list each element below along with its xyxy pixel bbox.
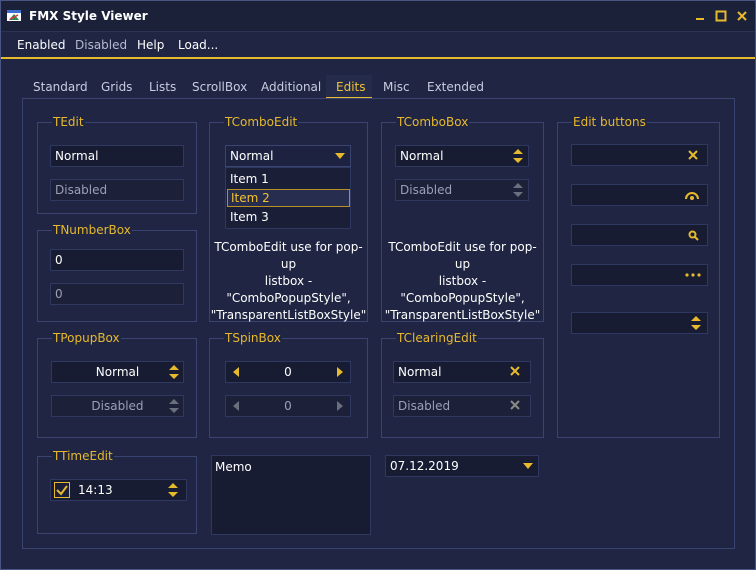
checkmark-icon — [56, 485, 68, 496]
ellipsis-icon[interactable] — [685, 273, 701, 277]
date-edit[interactable]: 07.12.2019 — [385, 455, 539, 477]
tab-scrollbox[interactable]: ScrollBox — [192, 80, 247, 94]
tab-standard[interactable]: Standard — [33, 80, 88, 94]
app-icon — [7, 10, 21, 21]
group-title-tnumberbox: TNumberBox — [52, 223, 132, 237]
tab-grids[interactable]: Grids — [101, 80, 132, 94]
menu-disabled[interactable]: Disabled — [75, 38, 127, 52]
group-tspinbox: TSpinBox — [209, 331, 368, 438]
tab-additional[interactable]: Additional — [261, 80, 321, 94]
eye-icon[interactable] — [685, 190, 699, 202]
search-icon[interactable] — [688, 230, 699, 241]
close-icon[interactable] — [733, 7, 751, 25]
edit-spin-input[interactable] — [571, 312, 708, 334]
tab-misc[interactable]: Misc — [383, 80, 410, 94]
group-title-tspinbox: TSpinBox — [224, 331, 282, 345]
note-line: TComboEdit use for pop-up — [388, 240, 537, 271]
chevron-down-icon[interactable] — [523, 463, 533, 469]
group-tpopupbox: TPopupBox — [37, 331, 197, 438]
arrow-left-icon — [233, 401, 239, 411]
clear-icon — [510, 400, 520, 410]
comboedit-dropdown-list: Item 1 Item 2 Item 3 — [225, 167, 351, 229]
popupbox-disabled: Disabled — [51, 395, 184, 417]
tedit-normal-input[interactable]: Normal — [50, 145, 184, 167]
menu-help[interactable]: Help — [137, 38, 164, 52]
note-line: "TransparentListBoxStyle" — [384, 308, 541, 322]
group-title-ttimeedit: TTimeEdit — [52, 449, 114, 463]
note-line: "ComboPopupStyle", — [226, 291, 351, 305]
updown-arrows-icon[interactable] — [513, 148, 523, 164]
group-title-tcomboedit: TComboEdit — [224, 115, 299, 129]
group-title-edit-buttons: Edit buttons — [572, 115, 647, 129]
arrow-left-icon[interactable] — [233, 367, 239, 377]
spinbox-disabled: 0 — [225, 395, 351, 417]
comboedit-note: TComboEdit use for pop-up listbox - "Com… — [209, 239, 368, 324]
group-title-tedit: TEdit — [52, 115, 85, 129]
note-line: listbox - — [264, 274, 313, 288]
combobox-normal[interactable]: Normal — [395, 145, 529, 167]
comboedit-input[interactable]: Normal — [225, 145, 351, 167]
tab-edits[interactable]: Edits — [336, 80, 366, 94]
group-title-tcombobox: TComboBox — [396, 115, 470, 129]
combobox-note: TComboEdit use for pop-up listbox - "Com… — [381, 239, 544, 324]
title-bar[interactable]: FMX Style Viewer — [1, 1, 755, 32]
dropdown-item-3[interactable]: Item 3 — [230, 210, 269, 224]
spinbox-input[interactable]: 0 — [225, 361, 351, 383]
timeedit-checkbox[interactable] — [54, 482, 70, 498]
clear-icon[interactable] — [510, 366, 520, 376]
note-line: "ComboPopupStyle", — [400, 291, 525, 305]
dropdown-item-1[interactable]: Item 1 — [230, 172, 269, 186]
dropdown-item-2: Item 2 — [231, 191, 270, 205]
numberbox-input[interactable]: 0 — [50, 249, 184, 271]
group-title-tpopupbox: TPopupBox — [52, 331, 121, 345]
combobox-disabled: Disabled — [395, 179, 529, 201]
tab-lists[interactable]: Lists — [149, 80, 176, 94]
window-title: FMX Style Viewer — [29, 9, 148, 23]
menu-divider — [1, 57, 755, 59]
group-tnumberbox: TNumberBox — [37, 223, 197, 322]
menu-load[interactable]: Load... — [178, 38, 218, 52]
updown-arrows-icon[interactable] — [691, 315, 701, 331]
arrow-right-icon[interactable] — [337, 367, 343, 377]
updown-arrows-icon — [169, 399, 179, 413]
note-line: "TransparentListBoxStyle" — [210, 308, 367, 322]
main-window: FMX Style Viewer Enabled Disabled Help L… — [0, 0, 756, 570]
timeedit-input[interactable]: 14:13 — [50, 479, 187, 501]
group-tclearingedit: TClearingEdit — [381, 331, 544, 438]
updown-arrows-icon[interactable] — [168, 482, 178, 498]
note-line: TComboEdit use for pop-up — [214, 240, 363, 271]
note-line: listbox - — [438, 274, 487, 288]
arrow-right-icon — [337, 401, 343, 411]
tedit-disabled-input: Disabled — [50, 179, 184, 201]
chevron-down-icon[interactable] — [335, 153, 345, 159]
popupbox-normal[interactable]: Normal — [51, 361, 184, 383]
minimize-icon[interactable] — [691, 7, 709, 25]
maximize-icon[interactable] — [712, 7, 730, 25]
menu-enabled[interactable]: Enabled — [17, 38, 66, 52]
tab-extended[interactable]: Extended — [427, 80, 484, 94]
updown-arrows-icon — [513, 183, 523, 197]
numberbox-disabled-input: 0 — [50, 283, 184, 305]
dropdown-item-selected[interactable]: Item 2 — [227, 189, 350, 207]
clear-icon[interactable] — [688, 150, 698, 160]
group-title-tclearingedit: TClearingEdit — [396, 331, 478, 345]
memo-textarea[interactable]: Memo — [211, 455, 371, 535]
updown-arrows-icon[interactable] — [169, 364, 179, 380]
